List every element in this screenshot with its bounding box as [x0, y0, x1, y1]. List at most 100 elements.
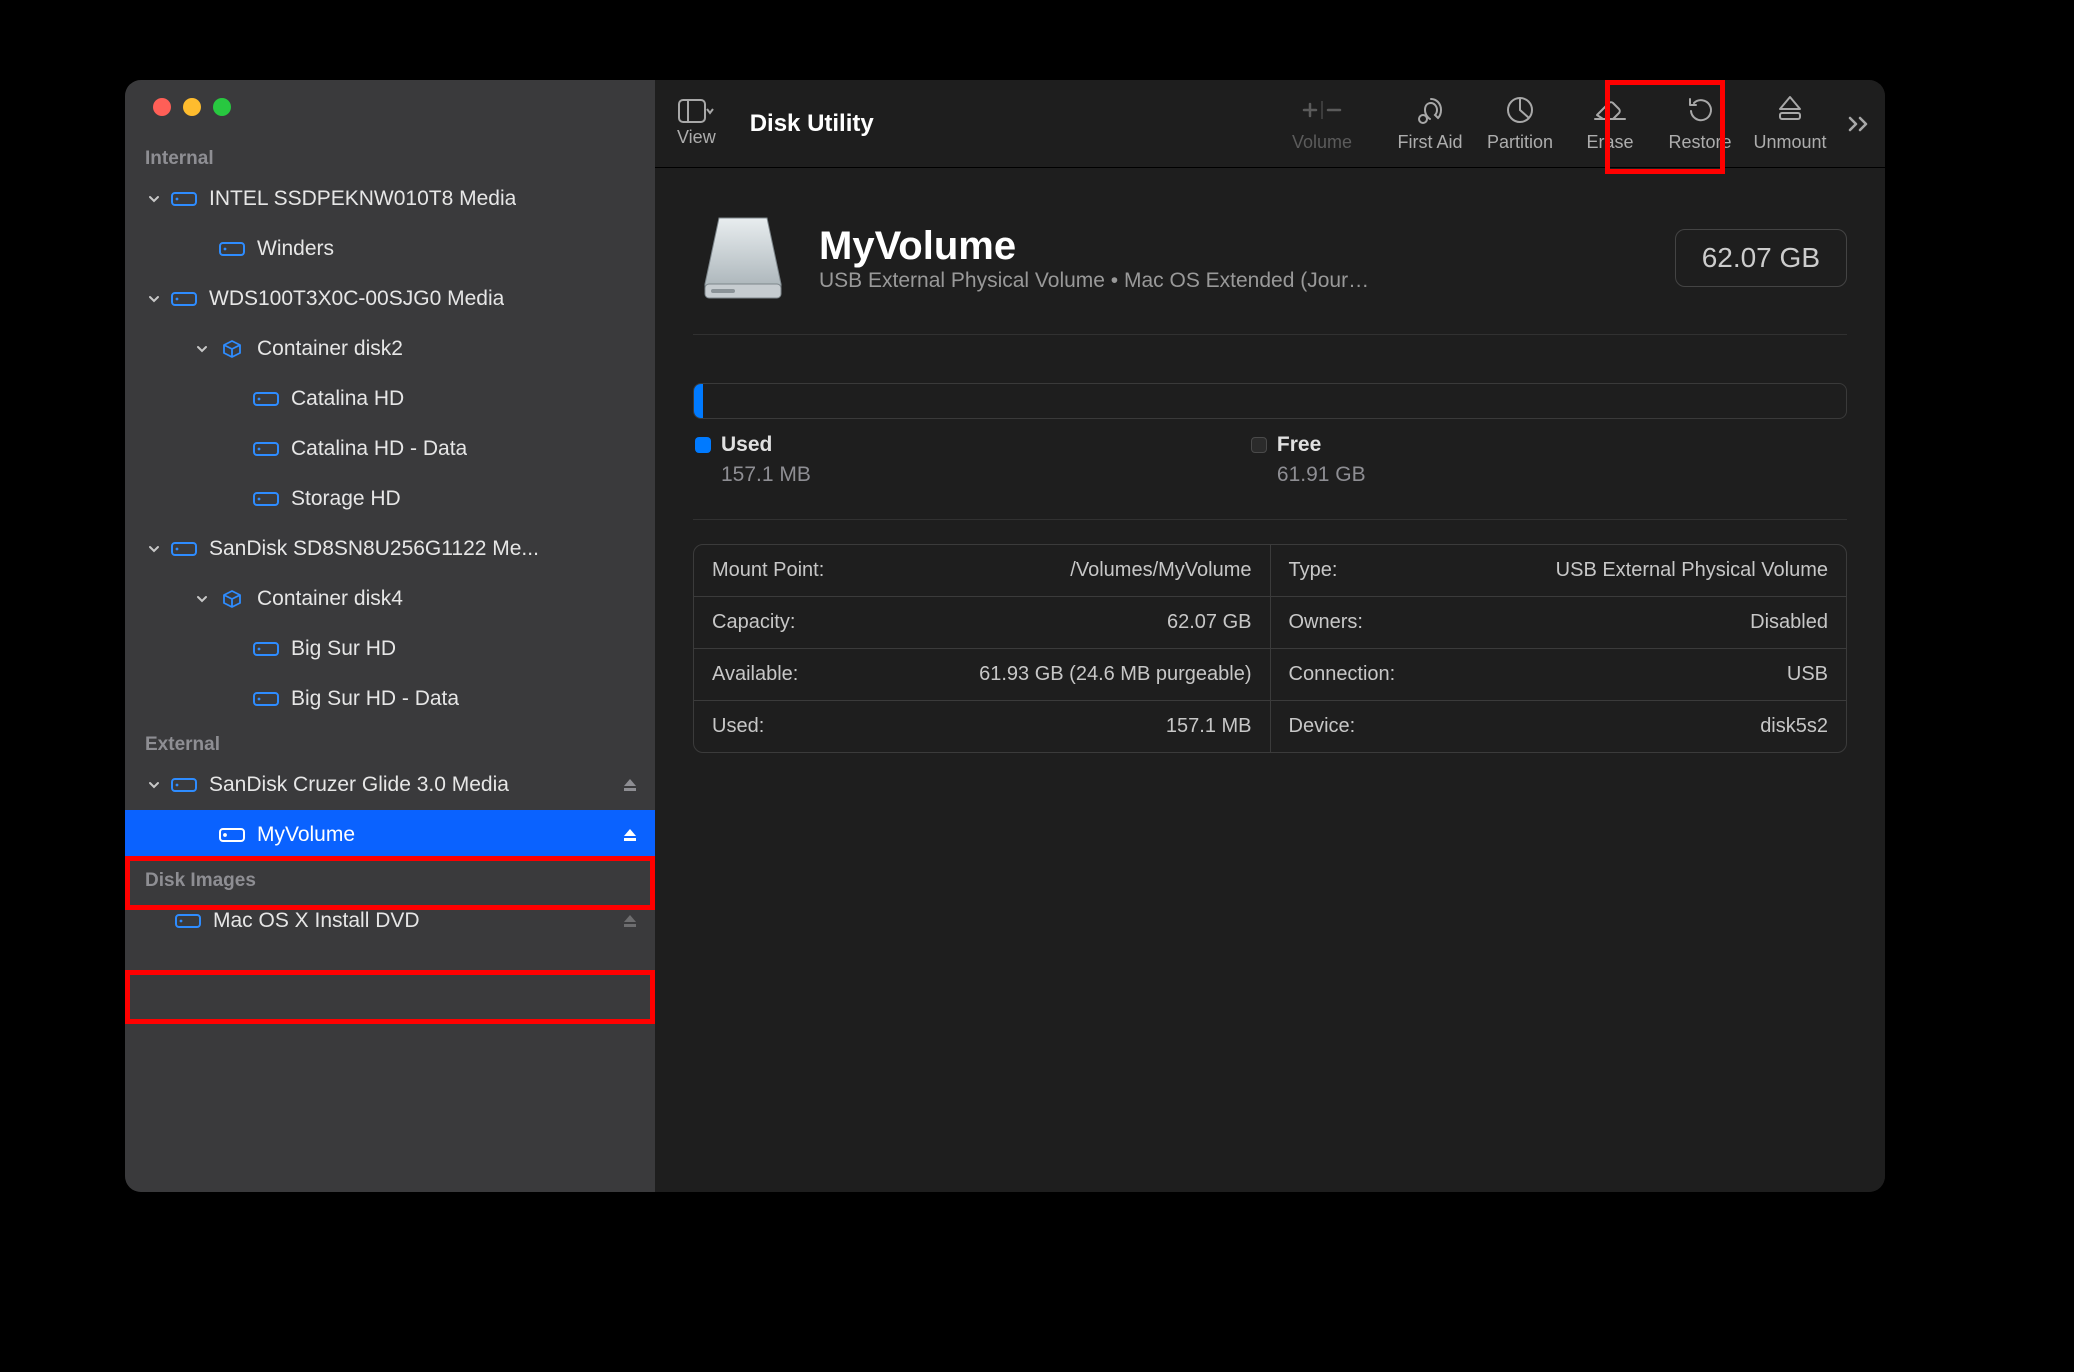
- sidebar-volume-bigsur-hd-data[interactable]: Big Sur HD - Data: [125, 674, 655, 724]
- info-value: 157.1 MB: [1166, 715, 1252, 738]
- volume-icon: [217, 239, 247, 259]
- usage-bar-used: [694, 384, 703, 418]
- sidebar-item-label: Big Sur HD - Data: [291, 687, 459, 711]
- external-drive-icon: [693, 208, 793, 308]
- sidebar-view-icon: [678, 99, 714, 123]
- info-row: Owners: Disabled: [1271, 596, 1847, 648]
- sidebar-item-label: Container disk4: [257, 587, 403, 611]
- sidebar-volume-winders[interactable]: Winders: [125, 224, 655, 274]
- sidebar-volume-myvolume[interactable]: MyVolume: [125, 810, 655, 860]
- legend-label: Used: [721, 433, 772, 457]
- sidebar-item-label: Container disk2: [257, 337, 403, 361]
- restore-icon: [1685, 94, 1715, 126]
- sidebar-heading-internal: Internal: [125, 138, 655, 174]
- info-row: Device: disk5s2: [1271, 700, 1847, 752]
- sidebar-container-disk4[interactable]: Container disk4: [125, 574, 655, 624]
- sidebar-volume-bigsur-hd[interactable]: Big Sur HD: [125, 624, 655, 674]
- legend-free: Free 61.91 GB: [1251, 433, 1366, 487]
- chevron-down-icon[interactable]: [191, 593, 213, 605]
- main-panel: View Disk Utility Volume First Aid: [655, 80, 1885, 1192]
- info-key: Capacity:: [712, 611, 795, 634]
- toolbar-erase-button[interactable]: Erase: [1565, 94, 1655, 153]
- partition-icon: [1505, 94, 1535, 126]
- divider: [693, 334, 1847, 335]
- volume-icon: [251, 689, 281, 709]
- toolbar-restore-button[interactable]: Restore: [1655, 94, 1745, 153]
- sidebar-volume-catalina-hd-data[interactable]: Catalina HD - Data: [125, 424, 655, 474]
- toolbar-partition-button[interactable]: Partition: [1475, 94, 1565, 153]
- volume-header: MyVolume USB External Physical Volume • …: [655, 168, 1885, 328]
- info-row: Capacity: 62.07 GB: [694, 596, 1270, 648]
- sidebar-item-label: Catalina HD - Data: [291, 437, 467, 461]
- sidebar-disk-sandisk-sd8[interactable]: SanDisk SD8SN8U256G1122 Me...: [125, 524, 655, 574]
- eject-icon[interactable]: [619, 913, 641, 929]
- sidebar-disk-cruzer[interactable]: SanDisk Cruzer Glide 3.0 Media: [125, 760, 655, 810]
- sidebar-volume-storage-hd[interactable]: Storage HD: [125, 474, 655, 524]
- info-key: Owners:: [1289, 611, 1363, 634]
- sidebar-item-label: Mac OS X Install DVD: [213, 909, 420, 933]
- internal-disk-icon: [169, 539, 199, 559]
- sidebar-item-label: Storage HD: [291, 487, 401, 511]
- window-controls: [125, 98, 655, 138]
- sidebar-item-label: MyVolume: [257, 823, 355, 847]
- info-key: Connection:: [1289, 663, 1396, 686]
- chevron-down-icon[interactable]: [143, 293, 165, 305]
- sidebar: Internal INTEL SSDPEKNW010T8 Media Winde…: [125, 80, 655, 1192]
- external-disk-icon: [169, 775, 199, 795]
- volume-size-badge: 62.07 GB: [1675, 229, 1847, 287]
- usage-legend: Used 157.1 MB Free 61.91 GB: [655, 433, 1885, 507]
- toolbar-label: First Aid: [1397, 132, 1462, 153]
- info-key: Device:: [1289, 715, 1356, 738]
- info-value: 62.07 GB: [1167, 611, 1252, 634]
- info-key: Available:: [712, 663, 798, 686]
- toolbar-label: View: [677, 127, 716, 148]
- toolbar-label: Restore: [1668, 132, 1731, 153]
- sidebar-heading-disk-images: Disk Images: [125, 860, 655, 896]
- info-column-right: Type: USB External Physical Volume Owners…: [1270, 545, 1847, 752]
- sidebar-tree-internal: INTEL SSDPEKNW010T8 Media Winders WDS100…: [125, 174, 655, 724]
- sidebar-tree-disk-images: Mac OS X Install DVD: [125, 896, 655, 946]
- external-disk-icon: [173, 911, 203, 931]
- chevron-down-icon[interactable]: [143, 779, 165, 791]
- sidebar-item-label: INTEL SSDPEKNW010T8 Media: [209, 187, 516, 211]
- info-value: Disabled: [1750, 611, 1828, 634]
- info-value: USB External Physical Volume: [1556, 559, 1828, 582]
- toolbar-unmount-button[interactable]: Unmount: [1745, 94, 1835, 153]
- volume-subtitle: USB External Physical Volume • Mac OS Ex…: [819, 269, 1649, 293]
- chevron-down-icon[interactable]: [191, 343, 213, 355]
- sidebar-container-disk2[interactable]: Container disk2: [125, 324, 655, 374]
- usage-bar: [693, 383, 1847, 419]
- sidebar-image-macosx-dvd[interactable]: Mac OS X Install DVD: [125, 896, 655, 946]
- eject-icon[interactable]: [619, 827, 641, 843]
- toolbar-label: Volume: [1292, 132, 1352, 153]
- toolbar-view-button[interactable]: View: [677, 99, 716, 148]
- toolbar-label: Unmount: [1753, 132, 1826, 153]
- chevron-down-icon[interactable]: [143, 543, 165, 555]
- info-value: USB: [1787, 663, 1828, 686]
- volume-icon: [251, 439, 281, 459]
- legend-label: Free: [1277, 433, 1321, 457]
- sidebar-disk-wds[interactable]: WDS100T3X0C-00SJG0 Media: [125, 274, 655, 324]
- sidebar-item-label: WDS100T3X0C-00SJG0 Media: [209, 287, 504, 311]
- sidebar-disk-intel[interactable]: INTEL SSDPEKNW010T8 Media: [125, 174, 655, 224]
- volume-icon: [251, 389, 281, 409]
- sidebar-heading-external: External: [125, 724, 655, 760]
- eject-icon[interactable]: [619, 777, 641, 793]
- window-title: Disk Utility: [750, 110, 874, 138]
- toolbar-overflow-button[interactable]: [1835, 114, 1885, 134]
- disk-utility-window: Internal INTEL SSDPEKNW010T8 Media Winde…: [125, 80, 1885, 1192]
- minimize-window-button[interactable]: [183, 98, 201, 116]
- chevron-down-icon[interactable]: [143, 193, 165, 205]
- sidebar-item-label: Catalina HD: [291, 387, 404, 411]
- container-icon: [217, 587, 247, 611]
- info-key: Type:: [1289, 559, 1338, 582]
- first-aid-icon: [1415, 94, 1445, 126]
- info-value: /Volumes/MyVolume: [1070, 559, 1251, 582]
- erase-icon: [1593, 94, 1627, 126]
- plus-minus-icon: [1296, 94, 1348, 126]
- fullscreen-window-button[interactable]: [213, 98, 231, 116]
- info-value: disk5s2: [1760, 715, 1828, 738]
- toolbar-first-aid-button[interactable]: First Aid: [1385, 94, 1475, 153]
- sidebar-volume-catalina-hd[interactable]: Catalina HD: [125, 374, 655, 424]
- close-window-button[interactable]: [153, 98, 171, 116]
